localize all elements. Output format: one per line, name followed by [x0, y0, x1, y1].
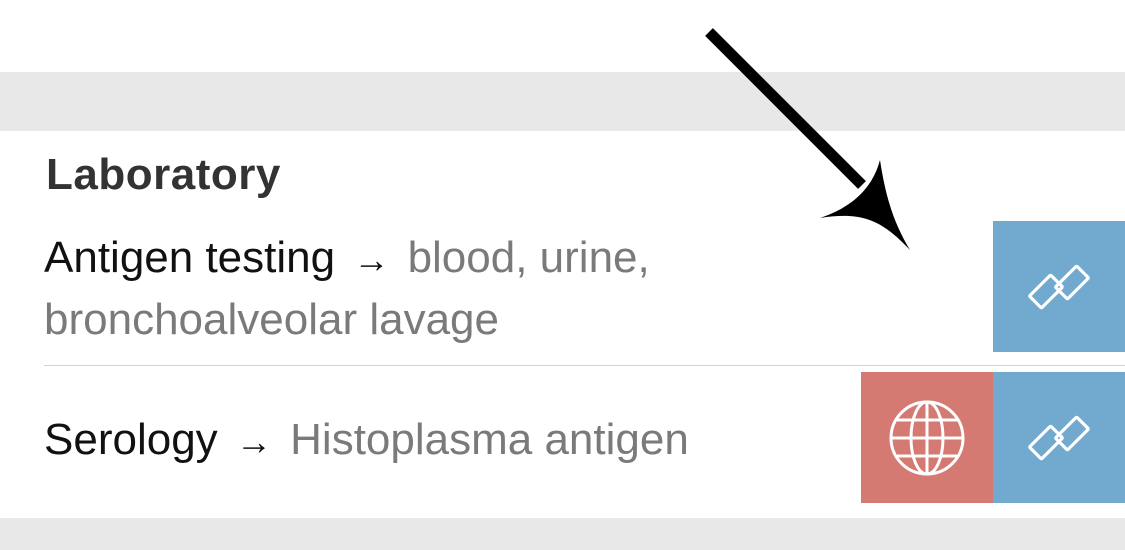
link-button[interactable] [993, 372, 1125, 503]
top-area [0, 0, 1125, 72]
web-button[interactable] [861, 372, 993, 503]
list-item-serology[interactable]: Serology → Histoplasma antigen [44, 410, 864, 472]
link-icon [1028, 264, 1090, 309]
section-title: Laboratory [46, 150, 281, 199]
item-label: Antigen testing [44, 233, 336, 282]
divider [44, 365, 1125, 366]
link-button[interactable] [993, 221, 1125, 352]
section-separator-top [0, 72, 1125, 131]
item-label: Serology [44, 415, 218, 464]
link-icon [1028, 415, 1090, 460]
item-detail: Histoplasma antigen [290, 415, 689, 464]
arrow-icon: → [235, 421, 272, 462]
globe-icon [889, 400, 965, 475]
section-separator-bottom [0, 518, 1125, 550]
arrow-icon: → [353, 239, 390, 280]
list-item-antigen-testing[interactable]: Antigen testing → blood, urine, bronchoa… [44, 228, 944, 350]
